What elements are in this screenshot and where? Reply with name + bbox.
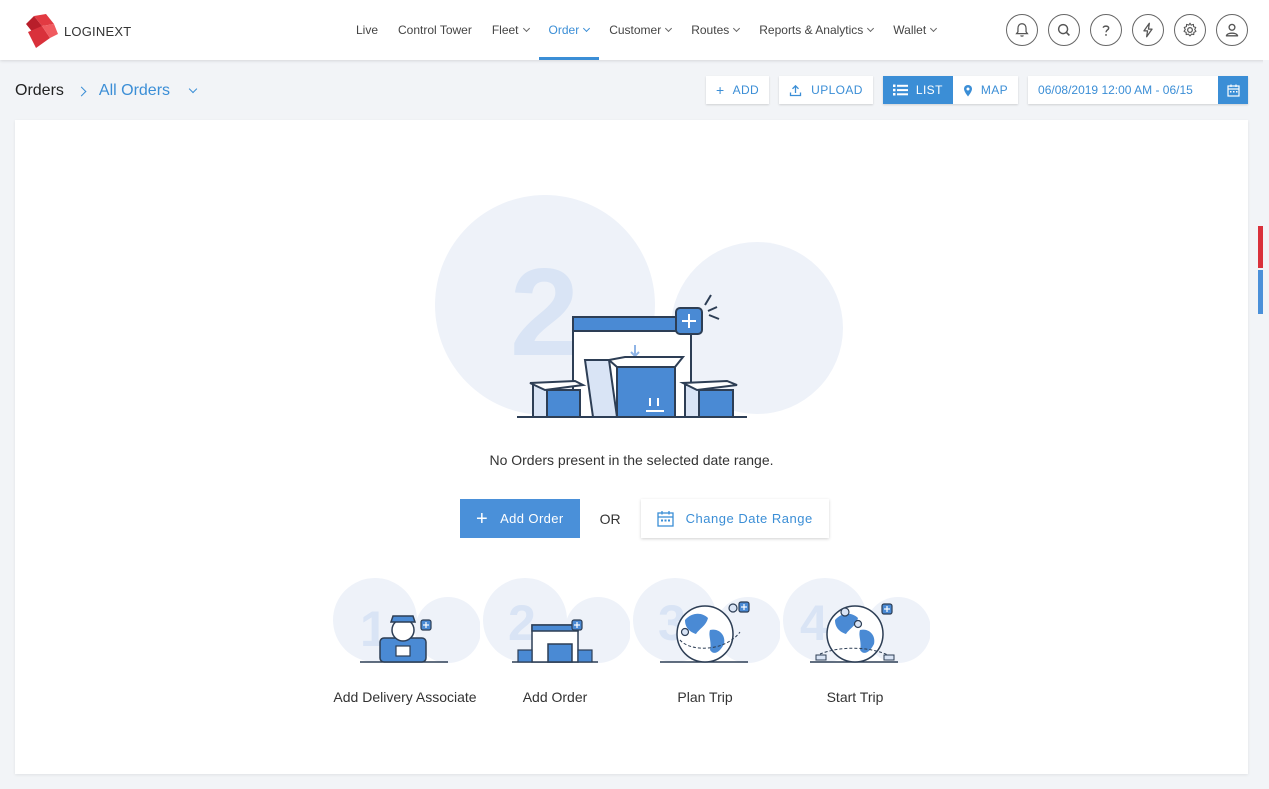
date-range-picker [1028,76,1249,104]
breadcrumb: Orders All Orders [15,80,198,102]
step-label: Add Order [522,689,588,705]
nav-label: Reports & Analytics [759,23,864,37]
nav-label: Fleet [491,23,519,37]
map-pin-icon [963,84,972,96]
nav-item-fleet[interactable]: Fleet [482,0,539,60]
chevron-down-icon [930,24,938,33]
side-help-tab[interactable] [1258,270,1263,314]
search-icon [1057,23,1070,36]
loginext-logo[interactable]: LOGINEXT [24,14,131,48]
getting-started-steps: 1 Add Delivery Associate 2 Add Order 3 P… [330,578,931,705]
nav-label: Order [548,23,580,37]
nav-item-control-tower[interactable]: Control Tower [388,0,482,60]
quick-actions-button[interactable] [1132,14,1164,46]
bell-icon [1015,23,1029,37]
plus-icon: + [716,82,725,98]
start-trip-illustration: 4 [783,578,931,663]
empty-state-actions: + Add Order OR Change Date Range [460,499,829,538]
step-label: Start Trip [826,689,884,705]
gear-icon [1183,22,1197,37]
change-date-range-label: Change Date Range [685,511,813,526]
nav-label: Live [356,23,379,37]
change-date-range-button[interactable]: Change Date Range [640,499,829,538]
notifications-button[interactable] [1006,14,1038,46]
chevron-down-icon [522,24,530,33]
list-label: LIST [915,83,943,97]
step-add-delivery-associate: 1 Add Delivery Associate [330,578,481,705]
add-label: ADD [732,83,760,97]
plan-trip-illustration: 3 [633,578,781,663]
profile-button[interactable] [1216,14,1248,46]
empty-orders-illustration: 2 [435,195,843,418]
calendar-button[interactable] [1218,76,1249,104]
toolbar-icons [1006,14,1248,46]
search-button[interactable] [1048,14,1080,46]
empty-state-message: No Orders present in the selected date r… [489,452,774,468]
header-actions: + ADD UPLOAD LIST MAP [706,76,1249,104]
or-separator: OR [599,510,621,527]
side-feedback-tab[interactable] [1258,226,1263,268]
view-selector[interactable]: All Orders [99,82,170,100]
step-add-order: 2 Add Order [480,578,631,705]
chevron-down-icon[interactable] [188,84,198,94]
lightning-icon [1143,22,1153,38]
chevron-down-icon [665,24,673,33]
upload-button[interactable]: UPLOAD [779,76,873,104]
map-view-button[interactable]: MAP [952,76,1019,104]
add-order-button[interactable]: + Add Order [460,499,580,538]
main-nav: Live Control Tower Fleet Order Customer … [346,0,946,60]
upload-label: UPLOAD [811,83,863,97]
step-start-trip: 4 Start Trip [780,578,931,705]
calendar-icon [657,511,674,527]
calendar-icon [1226,84,1240,97]
help-icon [1102,25,1110,36]
scrollbar-track[interactable] [1263,60,1269,789]
page-title: Orders [15,82,64,99]
user-icon [1225,23,1239,37]
settings-button[interactable] [1174,14,1206,46]
logo-mark-icon [26,14,58,48]
nav-item-reports-analytics[interactable]: Reports & Analytics [749,0,883,60]
view-toggle: LIST MAP [882,76,1019,104]
orders-empty-state-card: 2 No Orders present in the selected date… [15,120,1248,774]
plus-icon: + [476,507,489,530]
list-view-button[interactable]: LIST [882,76,953,104]
add-order-illustration: 2 [483,578,631,663]
delivery-associate-illustration: 1 [333,578,481,663]
add-order-label: Add Order [500,511,564,526]
step-number: 4 [800,595,828,651]
brand-name: LOGINEXT [64,23,132,39]
nav-label: Control Tower [398,23,472,37]
help-button[interactable] [1090,14,1122,46]
nav-item-order[interactable]: Order [538,0,600,60]
upload-icon [789,84,802,96]
chevron-down-icon [867,24,875,33]
list-icon [892,84,908,96]
nav-label: Routes [691,23,730,37]
add-button[interactable]: + ADD [706,76,770,104]
nav-item-wallet[interactable]: Wallet [883,0,946,60]
chevron-down-icon [583,24,591,33]
step-label: Add Delivery Associate [333,689,477,705]
date-range-input[interactable] [1028,76,1219,104]
step-label: Plan Trip [677,689,733,705]
top-navigation-bar: LOGINEXT Live Control Tower Fleet Order … [0,0,1269,60]
nav-item-routes[interactable]: Routes [681,0,749,60]
hero-number: 2 [510,244,579,382]
nav-label: Wallet [893,23,927,37]
chevron-down-icon [733,24,741,33]
chevron-right-icon [76,86,87,96]
map-label: MAP [980,83,1009,97]
nav-item-customer[interactable]: Customer [599,0,681,60]
step-plan-trip: 3 Plan Trip [630,578,781,705]
nav-label: Customer [609,23,662,37]
nav-item-live[interactable]: Live [346,0,388,60]
